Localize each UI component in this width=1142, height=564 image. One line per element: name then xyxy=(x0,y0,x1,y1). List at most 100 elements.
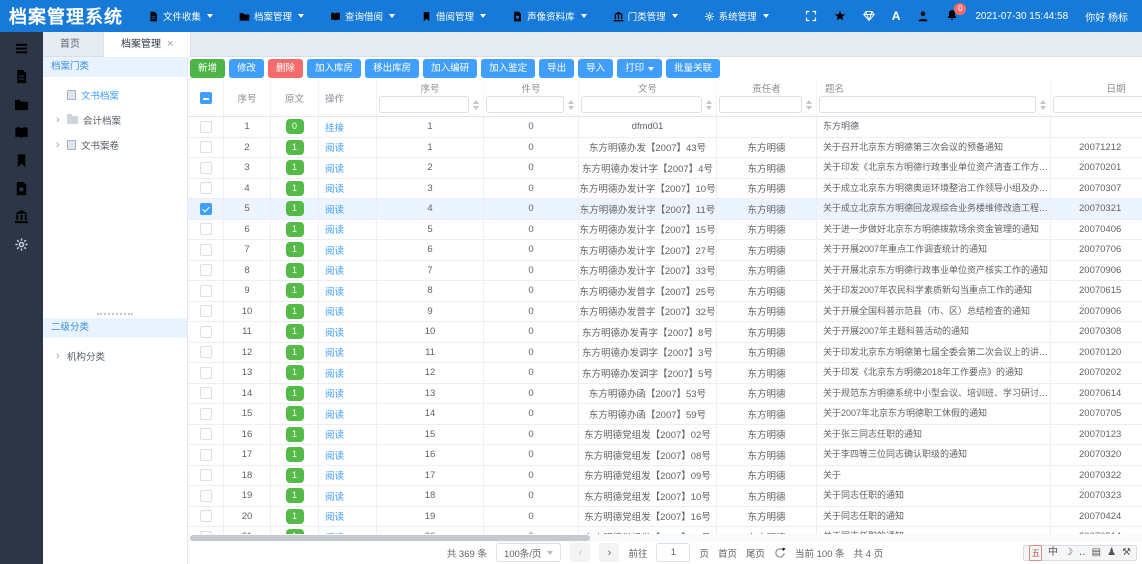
sort-asc-icon[interactable] xyxy=(1040,100,1046,104)
bookmark-icon[interactable] xyxy=(14,153,29,168)
toolbar-button[interactable]: 加入库房 xyxy=(307,59,361,78)
select-all-checkbox[interactable] xyxy=(200,92,212,104)
row-checkbox[interactable] xyxy=(200,203,212,215)
sort-desc-icon[interactable] xyxy=(568,106,574,110)
operation-link[interactable]: 阅读 xyxy=(319,140,344,154)
chevron-right-icon[interactable]: › xyxy=(56,350,67,362)
top-menu-item[interactable]: 文件收集 xyxy=(135,0,226,32)
tree-item[interactable]: › 文书案卷 xyxy=(43,132,187,157)
notifications-bell[interactable]: 0 xyxy=(946,9,958,24)
punctuation-icon[interactable]: ‥ xyxy=(1079,546,1086,560)
table-row[interactable]: 1 0 挂接 1 0 dfmd01 东方明德 xyxy=(188,117,1142,138)
tree-item[interactable]: › 会计档案 xyxy=(43,107,187,132)
top-menu-item[interactable]: 档案管理 xyxy=(226,0,317,32)
top-menu-item[interactable]: 借阅管理 xyxy=(408,0,499,32)
column-filter-input[interactable] xyxy=(486,96,564,113)
table-row[interactable]: 6 1 阅读 5 0 东方明德办发计字【2007】15号 东方明德 关于进一步做… xyxy=(188,220,1142,241)
row-checkbox[interactable] xyxy=(200,387,212,399)
table-row[interactable]: 7 1 阅读 6 0 东方明德办发计字【2007】27号 东方明德 关于开展20… xyxy=(188,240,1142,261)
row-checkbox[interactable] xyxy=(200,346,212,358)
tree-item[interactable]: › 机构分类 xyxy=(43,343,187,368)
operation-link[interactable]: 阅读 xyxy=(319,366,344,380)
sort-desc-icon[interactable] xyxy=(806,106,812,110)
row-checkbox[interactable] xyxy=(200,490,212,502)
table-row[interactable]: 14 1 阅读 13 0 东方明德办函【2007】53号 东方明德 关于规范东方… xyxy=(188,384,1142,405)
tools-icon[interactable]: ⚒ xyxy=(1122,546,1131,560)
operation-link[interactable]: 阅读 xyxy=(319,386,344,400)
toolbar-button[interactable]: 导入 xyxy=(578,59,613,78)
row-checkbox[interactable] xyxy=(200,510,212,522)
operation-link[interactable]: 阅读 xyxy=(319,427,344,441)
row-checkbox[interactable] xyxy=(200,408,212,420)
operation-link[interactable]: 阅读 xyxy=(319,181,344,195)
operation-link[interactable]: 阅读 xyxy=(319,448,344,462)
table-row[interactable]: 10 1 阅读 9 0 东方明德办发普字【2007】32号 东方明德 关于开展全… xyxy=(188,302,1142,323)
menu-icon[interactable] xyxy=(14,41,29,56)
row-checkbox[interactable] xyxy=(200,223,212,235)
row-checkbox[interactable] xyxy=(200,264,212,276)
toolbar-button[interactable]: 删除 xyxy=(268,59,303,78)
column-filter-input[interactable] xyxy=(379,96,469,113)
table-row[interactable]: 2 1 阅读 1 0 东方明德办发【2007】43号 东方明德 关于召开北京东方… xyxy=(188,138,1142,159)
operation-link[interactable]: 阅读 xyxy=(319,263,344,277)
toolbar-button[interactable]: 修改 xyxy=(229,59,264,78)
operation-link[interactable]: 阅读 xyxy=(319,325,344,339)
table-row[interactable]: 20 1 阅读 19 0 东方明德党组发【2007】16号 东方明德 关于同志任… xyxy=(188,507,1142,528)
table-row[interactable]: 8 1 阅读 7 0 东方明德办发计字【2007】33号 东方明德 关于开展北京… xyxy=(188,261,1142,282)
top-menu-item[interactable]: 声像资料库 xyxy=(499,0,600,32)
table-row[interactable]: 17 1 阅读 16 0 东方明德党组发【2007】08号 东方明德 关于李四等… xyxy=(188,445,1142,466)
operation-link[interactable]: 阅读 xyxy=(319,407,344,421)
sort-desc-icon[interactable] xyxy=(473,106,479,110)
table-row[interactable]: 11 1 阅读 10 0 东方明德办发青字【2007】8号 东方明德 关于开展2… xyxy=(188,322,1142,343)
column-filter-input[interactable] xyxy=(581,96,702,113)
top-menu-item[interactable]: 系统管理 xyxy=(691,0,782,32)
row-checkbox[interactable] xyxy=(200,305,212,317)
user-icon[interactable] xyxy=(917,10,929,22)
sort-asc-icon[interactable] xyxy=(568,100,574,104)
folder-icon[interactable] xyxy=(14,97,29,112)
toolbar-button[interactable]: 加入鉴定 xyxy=(481,59,535,78)
toolbar-button[interactable]: 移出库房 xyxy=(365,59,419,78)
fullscreen-icon[interactable] xyxy=(805,10,817,22)
media-icon[interactable] xyxy=(14,181,29,196)
gear-icon[interactable] xyxy=(14,237,29,252)
row-checkbox[interactable] xyxy=(200,121,212,133)
row-checkbox[interactable] xyxy=(200,141,212,153)
user-mode-icon[interactable]: ♟ xyxy=(1107,546,1116,560)
top-menu-item[interactable]: 门类管理 xyxy=(600,0,691,32)
row-checkbox[interactable] xyxy=(200,285,212,297)
operation-link[interactable]: 阅读 xyxy=(319,284,344,298)
table-row[interactable]: 9 1 阅读 8 0 东方明德办发普字【2007】25号 东方明德 关于印发20… xyxy=(188,281,1142,302)
table-row[interactable]: 4 1 阅读 3 0 东方明德办发计字【2007】10号 东方明德 关于成立北京… xyxy=(188,179,1142,200)
chevron-right-icon[interactable]: › xyxy=(56,139,67,151)
horizontal-scrollbar[interactable] xyxy=(188,534,1142,542)
font-size-icon[interactable]: A xyxy=(892,9,901,23)
chevron-right-icon[interactable]: › xyxy=(56,114,67,126)
first-page-link[interactable]: 首页 xyxy=(718,546,737,560)
column-filter-input[interactable] xyxy=(1053,96,1142,113)
table-row[interactable]: 19 1 阅读 18 0 东方明德党组发【2007】10号 东方明德 关于同志任… xyxy=(188,486,1142,507)
table-row[interactable]: 16 1 阅读 15 0 东方明德党组发【2007】02号 东方明德 关于张三同… xyxy=(188,425,1142,446)
column-filter-input[interactable] xyxy=(719,96,802,113)
favorites-star-icon[interactable] xyxy=(834,10,846,22)
column-filter-input[interactable] xyxy=(819,96,1036,113)
toolbar-button[interactable]: 导出 xyxy=(539,59,574,78)
operation-link[interactable]: 阅读 xyxy=(319,243,344,257)
row-checkbox[interactable] xyxy=(200,162,212,174)
operation-link[interactable]: 阅读 xyxy=(319,345,344,359)
half-width-icon[interactable]: ☽ xyxy=(1064,546,1073,560)
sort-asc-icon[interactable] xyxy=(806,100,812,104)
prev-page-button[interactable]: ‹ xyxy=(570,543,590,562)
row-checkbox[interactable] xyxy=(200,428,212,440)
table-row[interactable]: 5 1 阅读 4 0 东方明德办发计字【2007】11号 东方明德 关于成立北京… xyxy=(188,199,1142,220)
operation-link[interactable]: 阅读 xyxy=(319,468,344,482)
tree-item[interactable]: 文书档案 xyxy=(43,82,187,107)
theme-gem-icon[interactable] xyxy=(863,10,875,22)
sort-asc-icon[interactable] xyxy=(473,100,479,104)
operation-link[interactable]: 阅读 xyxy=(319,489,344,503)
row-checkbox[interactable] xyxy=(200,449,212,461)
toolbar-button[interactable]: 加入编研 xyxy=(423,59,477,78)
top-menu-item[interactable]: 查询借阅 xyxy=(317,0,408,32)
keyboard-icon[interactable]: ▤ xyxy=(1092,546,1101,560)
lang-icon[interactable]: 五 xyxy=(1029,545,1042,561)
